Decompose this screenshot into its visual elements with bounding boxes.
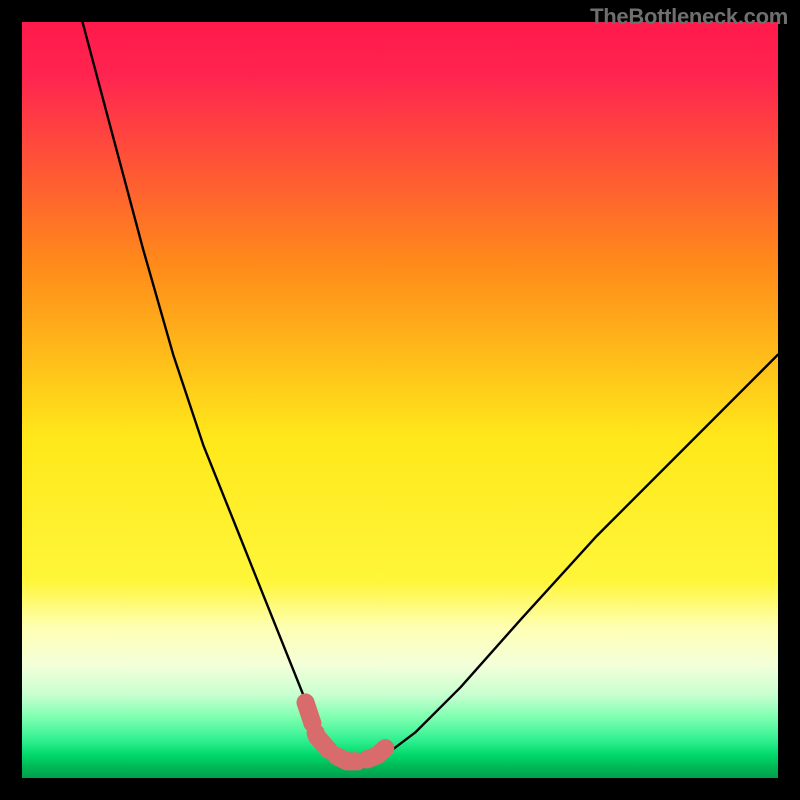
plot-area [22, 22, 778, 778]
optimal-zone-marker [22, 22, 778, 778]
watermark-text: TheBottleneck.com [590, 4, 788, 30]
chart-frame: TheBottleneck.com [0, 0, 800, 800]
